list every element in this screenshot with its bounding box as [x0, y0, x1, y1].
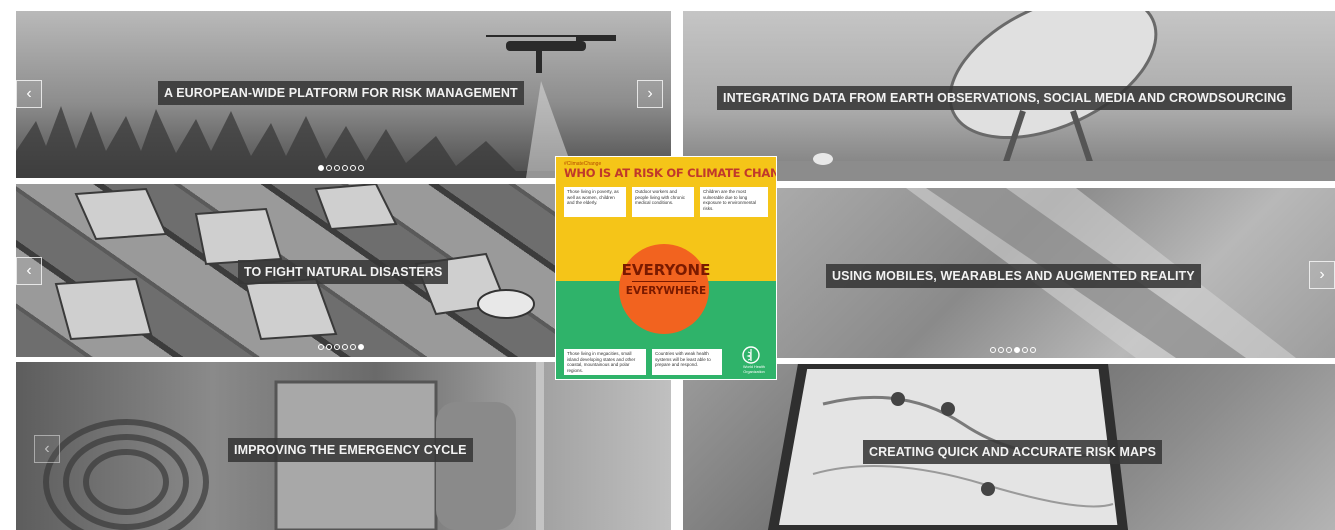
slide-dot[interactable]	[350, 165, 356, 171]
infographic-everyone: EVERYONE	[621, 261, 711, 279]
infographic-box-children: Children are the most vulnerable due to …	[700, 187, 768, 217]
who-org-label: World Health Organization	[743, 365, 765, 374]
slide-caption: CREATING QUICK AND ACCURATE RISK MAPS	[863, 440, 1163, 464]
slide-indicator	[318, 165, 364, 171]
slide-dot[interactable]	[326, 344, 332, 350]
slider-natural-disasters: ‹ TO FIGHT NATURAL DISASTERS	[16, 184, 556, 357]
infographic-title: WHO IS AT RISK OF CLIMATE CHANGE?	[564, 166, 776, 180]
slide-dot[interactable]	[1014, 347, 1020, 353]
slide-caption: IMPROVING THE EMERGENCY CYCLE	[228, 438, 473, 462]
next-arrow[interactable]: ›	[1309, 261, 1335, 289]
slide-caption: A EUROPEAN-WIDE PLATFORM FOR RISK MANAGE…	[158, 81, 524, 105]
slide-dot[interactable]	[334, 165, 340, 171]
next-arrow[interactable]: ›	[637, 80, 663, 108]
prev-arrow[interactable]: ‹	[16, 257, 42, 285]
prev-arrow[interactable]: ‹	[16, 80, 42, 108]
slide-dot[interactable]	[358, 165, 364, 171]
who-logo-icon	[742, 346, 760, 364]
slide-indicator	[318, 344, 364, 350]
slide-dot[interactable]	[1006, 347, 1012, 353]
slider-risk-maps: CREATING QUICK AND ACCURATE RISK MAPS	[683, 364, 1335, 530]
slide-dot[interactable]	[342, 165, 348, 171]
slide-dot[interactable]	[990, 347, 996, 353]
infographic-box-megacities: Those living in megacities, small island…	[564, 349, 646, 375]
slide-dot[interactable]	[1030, 347, 1036, 353]
slide-caption: TO FIGHT NATURAL DISASTERS	[238, 260, 449, 284]
slide-dot[interactable]	[334, 344, 340, 350]
infographic-box-workers: Outdoor workers and people living with c…	[632, 187, 694, 217]
slide-dot[interactable]	[342, 344, 348, 350]
slider-risk-management: ‹ › A EUROPEAN-WIDE PLATFORM FOR RISK MA…	[16, 11, 671, 178]
slide-dot[interactable]	[1022, 347, 1028, 353]
slide-dot[interactable]	[998, 347, 1004, 353]
slide-dot[interactable]	[318, 344, 324, 350]
slide-dot[interactable]	[326, 165, 332, 171]
infographic-everywhere: EVERYWHERE	[625, 285, 707, 297]
slide-caption: INTEGRATING DATA FROM EARTH OBSERVATIONS…	[717, 86, 1293, 110]
infographic-divider	[632, 281, 696, 282]
slide-dot[interactable]	[350, 344, 356, 350]
infographic-box-poverty: Those living in poverty, as well as wome…	[564, 187, 626, 217]
slide-dot[interactable]	[358, 344, 364, 350]
slide-dot[interactable]	[318, 165, 324, 171]
slider-data-integration: INTEGRATING DATA FROM EARTH OBSERVATIONS…	[683, 11, 1335, 181]
slide-caption: USING MOBILES, WEARABLES AND AUGMENTED R…	[826, 264, 1201, 288]
climate-change-infographic[interactable]: #ClimateChange WHO IS AT RISK OF CLIMATE…	[556, 157, 776, 379]
slider-mobiles-wearables: › USING MOBILES, WEARABLES AND AUGMENTED…	[776, 188, 1335, 358]
slider-emergency-cycle: ‹ IMPROVING THE EMERGENCY CYCLE	[16, 362, 671, 530]
prev-arrow[interactable]: ‹	[34, 435, 60, 463]
slide-indicator	[990, 347, 1036, 353]
infographic-box-health-systems: Countries with weak health systems will …	[652, 349, 722, 375]
